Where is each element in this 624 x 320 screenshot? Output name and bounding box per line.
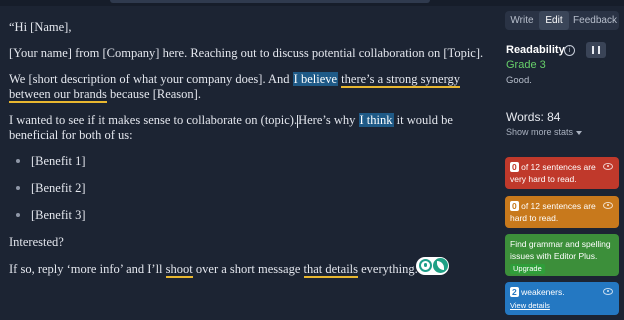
suggestion-underline-that-details[interactable]: that details <box>303 262 358 278</box>
floating-assistant-buttons <box>416 257 449 275</box>
top-scrollbar[interactable] <box>110 0 430 3</box>
info-icon[interactable]: i <box>564 45 575 56</box>
card-weakeners[interactable]: 2 weakeners. View details <box>505 282 619 315</box>
paragraph-intro: [Your name] from [Company] here. Reachin… <box>9 46 484 60</box>
readability-rating: Good. <box>506 75 532 86</box>
view-details-link[interactable]: View details <box>510 300 550 312</box>
upgrade-button[interactable]: Upgrade <box>510 264 545 274</box>
lightbulb-icon[interactable] <box>419 259 432 272</box>
list-item: [Benefit 3] <box>16 208 86 223</box>
paragraph-description-line1: We [short description of what your compa… <box>9 72 461 88</box>
very-hard-count: 0 <box>510 162 519 172</box>
tab-edit[interactable]: Edit <box>539 11 569 30</box>
weakeners-text: weakeners. <box>521 287 565 297</box>
paragraph-collab-line2: beneficial for both of us: <box>9 128 133 142</box>
eye-icon[interactable] <box>603 163 613 170</box>
sliders-icon[interactable] <box>586 42 606 58</box>
grade-level: Grade 3 <box>506 59 546 71</box>
paragraph-greeting: “Hi [Name], <box>9 20 72 34</box>
hard-text2: hard to read. <box>510 213 559 223</box>
grammar-text1: Find grammar and spelling <box>510 239 611 249</box>
paragraph-description-line2: between our brands because [Reason]. <box>9 87 201 103</box>
card-hard-sentences[interactable]: 0 of 12 sentences are hard to read. <box>505 196 619 228</box>
eye-icon[interactable] <box>603 288 613 295</box>
benefit-label: [Benefit 3] <box>31 208 86 222</box>
closing-text-3: everything.” <box>358 262 424 276</box>
closing-text-2: over a short message <box>192 262 304 276</box>
list-item: [Benefit 1] <box>16 154 86 169</box>
description-reason: because [Reason]. <box>106 87 201 101</box>
assistant-leaf-icon[interactable] <box>433 258 448 273</box>
bullet-dot <box>16 159 20 164</box>
paragraph-closing: If so, reply ‘more info’ and I’ll shoot … <box>9 262 424 278</box>
description-text: We [short description of what your compa… <box>9 72 293 86</box>
bullet-dot <box>16 213 20 218</box>
list-item: [Benefit 2] <box>16 181 86 196</box>
suggestion-underline-between-brands[interactable]: between our brands <box>9 87 107 103</box>
mode-tabs: Write Edit Feedback <box>505 11 619 30</box>
hard-text1: of 12 sentences are <box>521 201 596 211</box>
suggestion-underline-shoot[interactable]: shoot <box>165 262 193 278</box>
caret-down-icon <box>576 130 583 135</box>
paragraph-collab-line1: I wanted to see if it makes sense to col… <box>9 113 453 128</box>
grammar-text2: issues with Editor Plus. <box>510 251 598 261</box>
eye-icon[interactable] <box>603 202 613 209</box>
card-very-hard-sentences[interactable]: 0 of 12 sentences are very hard to read. <box>505 157 619 189</box>
hedge-highlight-i-think[interactable]: I think <box>358 113 394 127</box>
readability-title: Readability <box>506 44 565 56</box>
word-count: Words: 84 <box>506 110 561 124</box>
very-hard-text2: very hard to read. <box>510 174 577 184</box>
hard-count: 0 <box>510 201 519 211</box>
collab-text: I wanted to see if it makes sense to col… <box>9 113 298 127</box>
collab-text-3: it would be <box>393 113 453 127</box>
tab-write[interactable]: Write <box>505 11 539 30</box>
hedge-highlight-i-believe[interactable]: I believe <box>292 72 339 86</box>
benefit-label: [Benefit 2] <box>31 181 86 195</box>
weakeners-count: 2 <box>510 287 519 297</box>
benefit-label: [Benefit 1] <box>31 154 86 168</box>
card-editor-plus[interactable]: Find grammar and spelling issues with Ed… <box>505 234 619 276</box>
bullet-dot <box>16 186 20 191</box>
very-hard-text1: of 12 sentences are <box>521 162 596 172</box>
paragraph-interested: Interested? <box>9 235 64 249</box>
show-more-stats-label: Show more stats <box>506 127 574 137</box>
closing-text: If so, reply ‘more info’ and I’ll <box>9 262 166 276</box>
show-more-stats-button[interactable]: Show more stats <box>506 127 583 137</box>
suggestion-underline-strong-synergy[interactable]: there’s a strong synergy <box>341 72 461 88</box>
tab-feedback[interactable]: Feedback <box>571 11 619 30</box>
collab-text-2: Here’s why <box>298 113 359 127</box>
